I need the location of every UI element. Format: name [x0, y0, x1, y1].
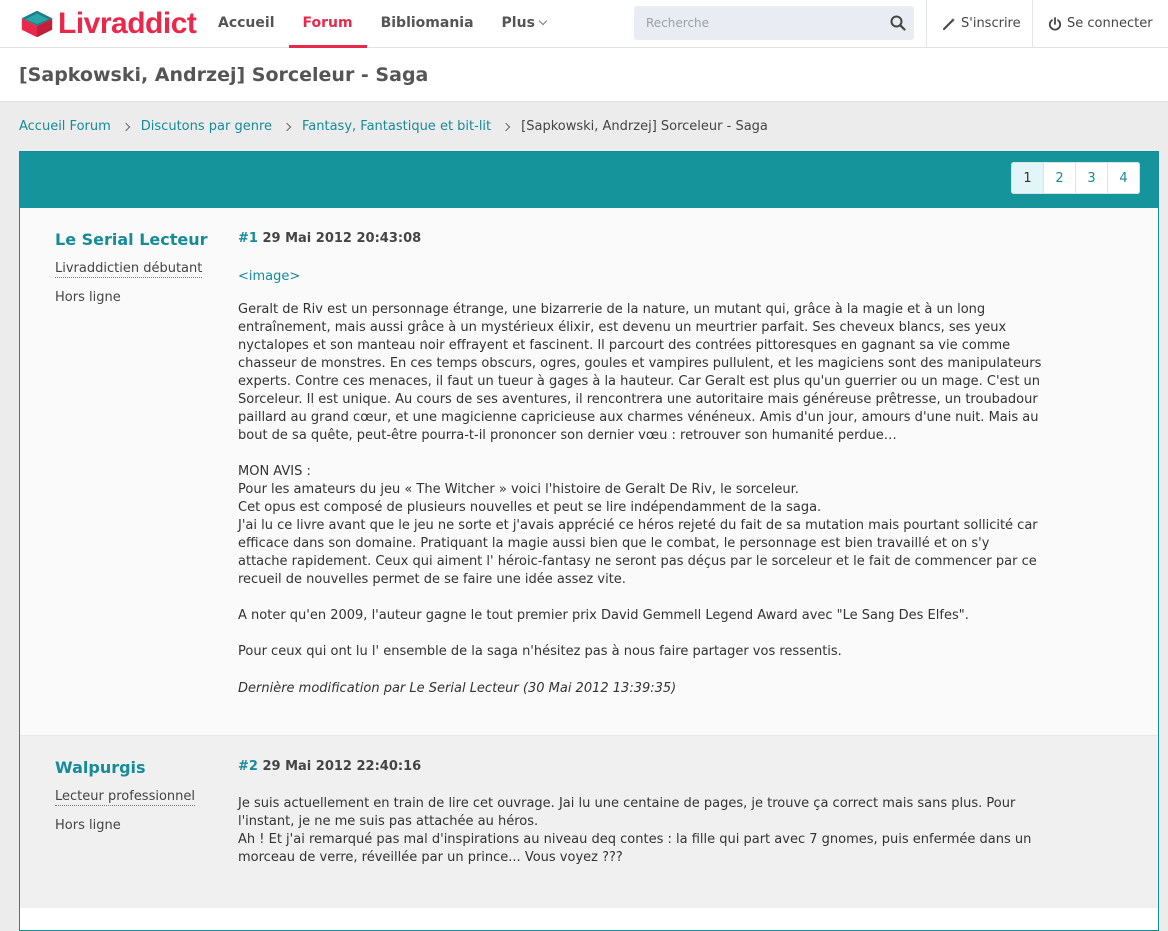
thread-container: 1 2 3 4 Le Serial Lecteur Livraddictien …: [19, 151, 1159, 931]
chevron-right-icon: [282, 122, 292, 131]
book-logo-icon: [21, 10, 53, 38]
page-link-4[interactable]: 4: [1107, 162, 1140, 194]
post-paragraph: A noter qu'en 2009, l'auteur gagne le to…: [238, 608, 969, 623]
post-paragraph: Cet opus est composé de plusieurs nouvel…: [238, 500, 822, 515]
breadcrumb-genre[interactable]: Discutons par genre: [141, 119, 272, 134]
nav-accueil[interactable]: Accueil: [218, 0, 275, 48]
breadcrumb: Accueil Forum Discutons par genre Fantas…: [19, 119, 768, 134]
signup-link[interactable]: S'inscrire: [942, 0, 1021, 48]
post-meta: #2 29 Mai 2012 22:40:16: [238, 759, 1043, 774]
title-bar: [Sapkowski, Andrzej] Sorceleur - Saga: [0, 48, 1168, 102]
nav-divider: [1032, 0, 1033, 48]
post-paragraph: Je suis actuellement en train de lire ce…: [238, 796, 1016, 829]
signup-label: S'inscrire: [961, 16, 1021, 31]
chevron-down-icon: [538, 16, 548, 26]
author-status: Hors ligne: [55, 818, 121, 833]
site-logo[interactable]: Livraddict: [18, 4, 197, 44]
post-paragraph: J'ai lu ce livre avant que le jeu ne sor…: [238, 518, 1038, 587]
post-paragraph: Geralt de Riv est un personnage étrange,…: [238, 302, 1042, 443]
magic-wand-icon: [943, 18, 955, 30]
main-nav: Accueil Forum Bibliomania Plus: [218, 0, 574, 48]
top-navbar: Livraddict Accueil Forum Bibliomania Plu…: [0, 0, 1168, 48]
nav-bibliomania[interactable]: Bibliomania: [381, 0, 474, 48]
nav-divider: [926, 0, 927, 48]
breadcrumb-fantasy[interactable]: Fantasy, Fantastique et bit-lit: [302, 119, 491, 134]
post-body: #2 29 Mai 2012 22:40:16 Je suis actuelle…: [238, 759, 1043, 867]
image-placeholder-link[interactable]: <image>: [238, 269, 1043, 284]
author-rank: Livraddictien débutant: [55, 261, 203, 278]
post-paragraph: Pour les amateurs du jeu « The Witcher »…: [238, 482, 799, 497]
nav-plus[interactable]: Plus: [501, 0, 548, 48]
post-content: Geralt de Riv est un personnage étrange,…: [238, 301, 1043, 661]
power-icon: [1048, 17, 1062, 31]
post-content: Je suis actuellement en train de lire ce…: [238, 795, 1043, 867]
post-permalink[interactable]: #1: [238, 231, 258, 246]
post-meta: #1 29 Mai 2012 20:43:08: [238, 231, 1043, 246]
search-box: [634, 6, 914, 40]
post-author-panel: Le Serial Lecteur Livraddictien débutant…: [55, 230, 208, 305]
author-name[interactable]: Walpurgis: [55, 758, 195, 777]
page-title: [Sapkowski, Andrzej] Sorceleur - Saga: [19, 64, 429, 86]
page-link-2[interactable]: 2: [1043, 162, 1076, 194]
breadcrumb-current: [Sapkowski, Andrzej] Sorceleur - Saga: [521, 119, 768, 134]
chevron-right-icon: [501, 122, 511, 131]
nav-plus-label: Plus: [501, 15, 535, 31]
login-label: Se connecter: [1067, 16, 1153, 31]
forum-post: Le Serial Lecteur Livraddictien débutant…: [20, 208, 1158, 735]
thread-header: 1 2 3 4: [20, 152, 1158, 208]
page-link-1[interactable]: 1: [1011, 162, 1044, 194]
post-paragraph: Pour ceux qui ont lu l' ensemble de la s…: [238, 644, 842, 659]
author-rank: Lecteur professionnel: [55, 789, 196, 806]
author-name[interactable]: Le Serial Lecteur: [55, 230, 208, 249]
page-link-3[interactable]: 3: [1075, 162, 1108, 194]
post-paragraph: MON AVIS :: [238, 464, 311, 479]
breadcrumb-forum-home[interactable]: Accueil Forum: [19, 119, 111, 134]
login-link[interactable]: Se connecter: [1048, 0, 1153, 48]
nav-forum[interactable]: Forum: [288, 0, 367, 48]
logo-wordmark: Livraddict: [58, 7, 197, 40]
search-input[interactable]: [634, 6, 874, 40]
pagination: 1 2 3 4: [1011, 162, 1140, 194]
post-edit-note: Dernière modification par Le Serial Lect…: [238, 681, 677, 696]
forum-post: Walpurgis Lecteur professionnel Hors lig…: [20, 735, 1158, 908]
search-icon[interactable]: [890, 15, 906, 31]
post-date: 29 Mai 2012 20:43:08: [262, 231, 422, 246]
post-body: #1 29 Mai 2012 20:43:08 <image> Geralt d…: [238, 231, 1043, 696]
post-paragraph: Ah ! Et j'ai remarqué pas mal d'inspirat…: [238, 832, 1032, 865]
post-author-panel: Walpurgis Lecteur professionnel Hors lig…: [55, 758, 196, 833]
post-permalink[interactable]: #2: [238, 759, 258, 774]
author-status: Hors ligne: [55, 290, 121, 305]
chevron-right-icon: [121, 122, 131, 131]
post-date: 29 Mai 2012 22:40:16: [262, 759, 422, 774]
